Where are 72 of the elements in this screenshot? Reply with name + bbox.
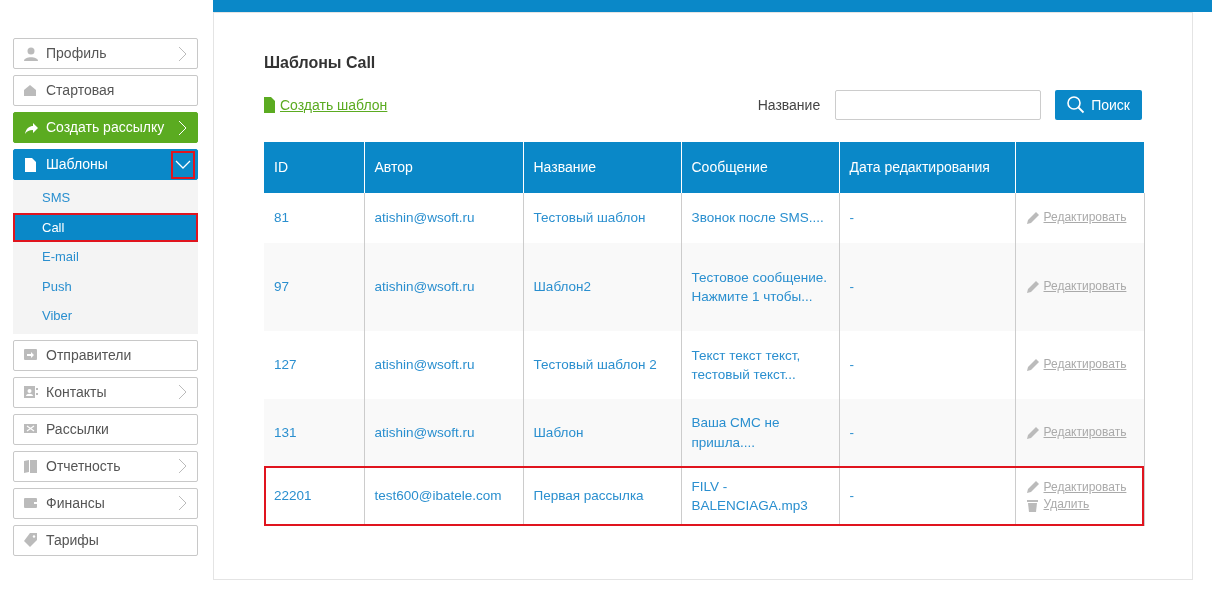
table-cell: - (839, 466, 1015, 527)
table-cell: atishin@wsoft.ru (364, 399, 523, 467)
column-header: ID (264, 142, 364, 194)
table-cell: Шаблон (523, 399, 681, 467)
edit-link[interactable]: Редактировать (1025, 356, 1136, 374)
submenu-item[interactable]: Viber (13, 301, 198, 331)
submenu-item[interactable]: Push (13, 271, 198, 301)
chevron-right-icon (178, 45, 187, 62)
table-cell: 131 (264, 399, 364, 467)
sidebar-item[interactable]: Отчетность (13, 450, 198, 482)
column-header: Дата редактирования (839, 142, 1015, 194)
person-icon (24, 46, 38, 61)
submenu-item[interactable]: Call (13, 212, 198, 242)
sidebar-item[interactable]: Финансы (13, 487, 198, 519)
pencil-icon (1025, 280, 1040, 295)
book-icon (24, 459, 38, 473)
sidebar-item[interactable]: Профиль (13, 38, 198, 69)
sidebar-item[interactable]: Рассылки (13, 413, 198, 445)
create-template-link[interactable]: Создать шаблон (280, 94, 388, 116)
contact-card-icon (24, 385, 38, 399)
table-cell: 127 (264, 331, 364, 400)
chevron-down-icon (175, 159, 191, 170)
expand-toggle[interactable] (171, 150, 195, 179)
table-cell: - (839, 243, 1015, 332)
envelope-icon (24, 422, 38, 436)
pencil-icon (1025, 425, 1040, 440)
table-cell: 81 (264, 193, 364, 244)
table-cell: 22201 (264, 466, 364, 527)
table-cell: FILV - BALENCIAGA.mp3 (681, 466, 839, 527)
pencil-icon (1025, 358, 1040, 373)
delete-link[interactable]: Удалить (1025, 496, 1136, 514)
edit-link[interactable]: Редактировать (1025, 278, 1136, 296)
share-arrow-icon (24, 120, 38, 135)
sidebar-item[interactable]: Тарифы (13, 524, 198, 556)
table-cell: Первая рассылка (523, 466, 681, 527)
page-title: Шаблоны Call (264, 53, 377, 73)
table-cell: - (839, 399, 1015, 467)
table-cell: 97 (264, 243, 364, 332)
table-cell: test600@ibatele.com (364, 466, 523, 527)
chevron-right-icon (178, 495, 187, 511)
column-header: Сообщение (681, 142, 839, 194)
search-button[interactable]: Поиск (1055, 90, 1142, 121)
table-cell: Шаблон2 (523, 243, 681, 332)
table-cell: atishin@wsoft.ru (364, 243, 523, 332)
sidebar-item[interactable]: Шаблоны (13, 149, 198, 180)
name-search-field[interactable] (835, 90, 1042, 121)
sidebar-item[interactable]: Создать рассылку (13, 112, 198, 143)
column-header: Название (523, 142, 681, 194)
wallet-icon (24, 496, 38, 510)
table-cell: Тестовое сообщение. Нажмите 1 чтобы... (681, 243, 839, 332)
home-icon (24, 83, 38, 98)
submenu-item[interactable]: E-mail (13, 242, 198, 272)
search-icon (1067, 96, 1086, 115)
price-tag-icon (24, 533, 38, 547)
chevron-right-icon (178, 384, 187, 400)
table-cell: Ваша СМС не пришла.... (681, 399, 839, 467)
column-header: Автор (364, 142, 523, 194)
edit-link[interactable]: Редактировать (1025, 209, 1136, 227)
trash-icon (1025, 497, 1040, 512)
submenu-item[interactable]: SMS (13, 183, 198, 213)
document-icon (264, 97, 275, 114)
edit-link[interactable]: Редактировать (1025, 478, 1136, 497)
sidebar-item[interactable]: Контакты (13, 376, 198, 408)
sidebar-item[interactable]: Стартовая (13, 75, 198, 106)
search-label: Название (757, 95, 821, 115)
pencil-icon (1025, 480, 1040, 495)
pencil-icon (1025, 211, 1040, 226)
arrow-message-icon (24, 348, 38, 362)
sidebar-item[interactable]: Отправители (13, 339, 198, 371)
chevron-right-icon (178, 458, 187, 474)
chevron-right-icon (178, 119, 187, 136)
document-icon (24, 157, 38, 172)
